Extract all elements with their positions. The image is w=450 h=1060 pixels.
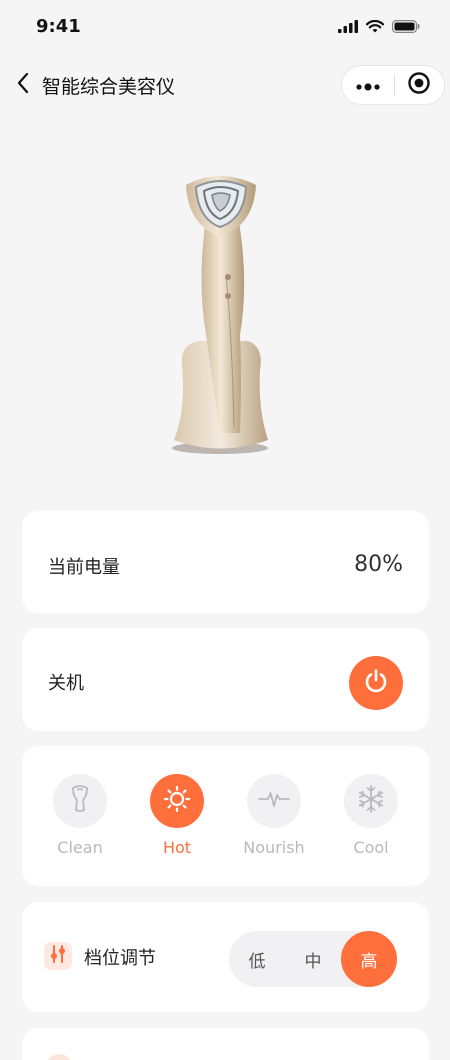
mode-clean[interactable]: Clean [40,774,120,857]
next-card-icon [46,1054,72,1060]
mode-clean-button[interactable] [53,774,107,828]
sliders-icon [48,944,68,968]
nav-bar: 智能综合美容仪 [0,62,450,108]
mode-cool-button[interactable] [344,774,398,828]
status-bar: 9:41 [0,0,450,54]
mode-nourish-button[interactable] [247,774,301,828]
battery-card: 当前电量 80% [22,511,429,613]
mode-hot[interactable]: Hot [137,774,217,857]
power-off-button[interactable] [349,656,403,710]
chevron-left-icon [16,72,30,98]
more-dots-icon [355,76,381,95]
mode-clean-label: Clean [57,838,103,857]
snowflake-icon [356,784,386,818]
back-button[interactable] [12,72,34,98]
level-option-low[interactable]: 低 [229,931,285,987]
product-image [160,165,290,460]
level-segmented-control: 低 中 高 [229,931,397,987]
modes-card: Clean Hot Nourish Cool [22,746,429,886]
close-miniprogram-button[interactable] [394,65,444,105]
level-icon-badge [44,942,72,970]
mode-cool-label: Cool [353,838,389,857]
level-card: 档位调节 低 中 高 [22,902,429,1012]
more-button[interactable] [342,65,394,105]
mode-hot-button[interactable] [150,774,204,828]
wifi-icon [365,18,385,37]
battery-status-icon [392,18,420,37]
mode-nourish[interactable]: Nourish [234,774,314,857]
power-icon [362,667,390,699]
signal-icon [338,18,358,37]
power-card: 关机 [22,628,429,731]
clean-icon [67,784,93,818]
page-title: 智能综合美容仪 [42,76,176,98]
battery-value: 80% [354,552,403,577]
status-icons [338,18,420,37]
target-icon [407,71,431,99]
pulse-icon [257,788,291,814]
level-option-medium[interactable]: 中 [285,931,341,987]
sun-icon [163,785,191,817]
mode-cool[interactable]: Cool [331,774,411,857]
power-label: 关机 [48,673,84,694]
level-option-high[interactable]: 高 [341,931,397,987]
level-label: 档位调节 [84,948,156,969]
battery-label: 当前电量 [48,557,120,578]
mini-program-capsule [341,65,445,105]
mode-nourish-label: Nourish [243,838,305,857]
mode-hot-label: Hot [162,838,192,857]
next-card [22,1028,429,1060]
status-time: 9:41 [36,16,81,37]
